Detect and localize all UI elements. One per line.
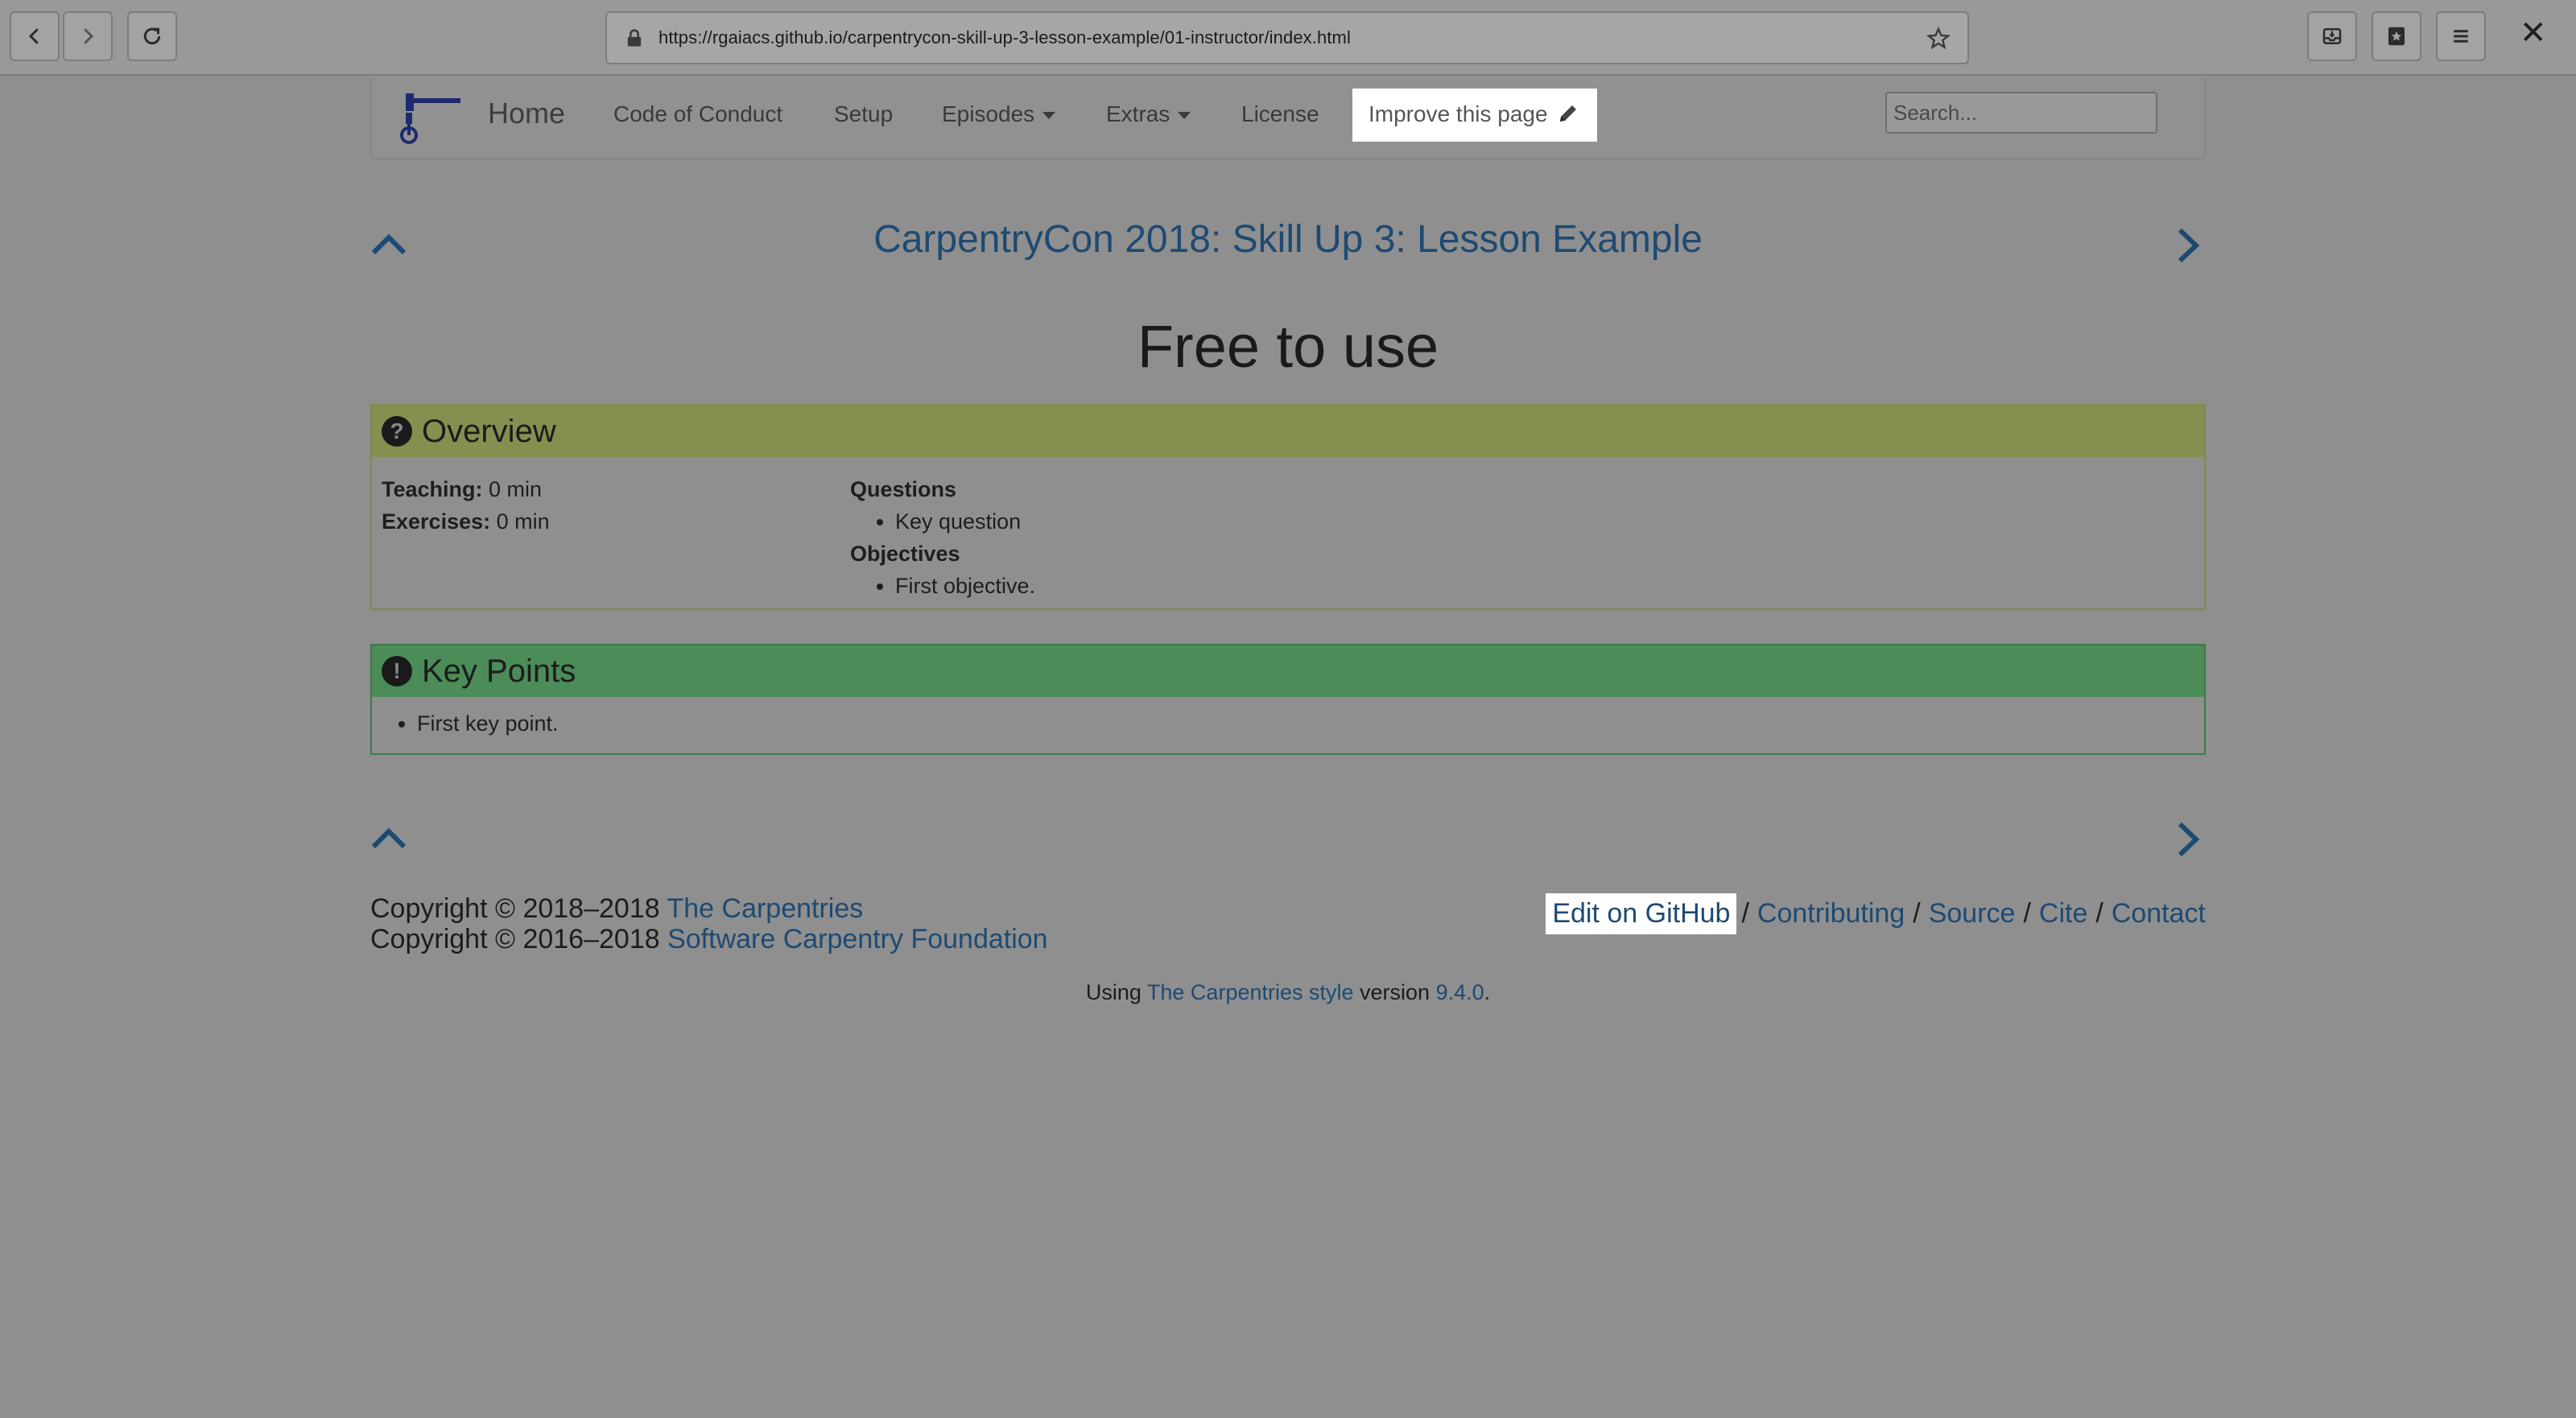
list-item: First key point. bbox=[417, 711, 2204, 736]
pencil-icon bbox=[1559, 105, 1576, 122]
star-icon[interactable] bbox=[1926, 26, 1951, 52]
footer-links: Edit on GitHub / Contributing / Source /… bbox=[1546, 893, 2206, 934]
overview-timing: Teaching: 0 min Exercises: 0 min bbox=[382, 473, 550, 538]
software-carpentry-link[interactable]: Software Carpentry Foundation bbox=[667, 924, 1047, 954]
overview-header: ? Overview bbox=[372, 406, 2204, 457]
improve-page-link[interactable]: Improve this page bbox=[1352, 89, 1597, 142]
exercises-value: 0 min bbox=[496, 509, 550, 534]
close-icon[interactable]: ✕ bbox=[2520, 14, 2547, 52]
questions-list: Key question bbox=[850, 505, 1035, 538]
nav-episodes-label: Episodes bbox=[942, 101, 1035, 126]
nav-episodes-dropdown[interactable]: Episodes bbox=[942, 101, 1056, 127]
overview-questions-objectives: Questions Key question Objectives First … bbox=[850, 473, 1035, 602]
forward-button[interactable] bbox=[63, 11, 113, 61]
downloads-button[interactable] bbox=[2307, 11, 2357, 61]
chevron-right-icon[interactable] bbox=[2169, 819, 2209, 859]
keypoints-title: Key Points bbox=[422, 653, 576, 689]
separator: / bbox=[1741, 898, 1749, 929]
style-version-note: Using The Carpentries style version 9.4.… bbox=[0, 980, 2576, 1005]
chevron-right-icon bbox=[84, 28, 94, 44]
cite-link[interactable]: Cite bbox=[2039, 898, 2087, 930]
using-prefix: Using bbox=[1085, 980, 1147, 1004]
separator: / bbox=[1913, 898, 1921, 929]
teaching-label: Teaching: bbox=[382, 477, 483, 501]
questions-label: Questions bbox=[850, 477, 957, 501]
edit-on-github-link[interactable]: Edit on GitHub bbox=[1546, 893, 1737, 934]
bookmarks-button[interactable] bbox=[2372, 11, 2421, 61]
contributing-link[interactable]: Contributing bbox=[1757, 898, 1905, 930]
teaching-value: 0 min bbox=[489, 477, 543, 501]
reload-icon bbox=[143, 27, 161, 45]
separator: / bbox=[2023, 898, 2031, 929]
question-circle-icon: ? bbox=[382, 416, 412, 447]
objectives-label: Objectives bbox=[850, 542, 960, 566]
list-item: Key question bbox=[895, 505, 1035, 538]
hamburger-icon bbox=[2454, 30, 2468, 43]
keypoints-list: First key point. bbox=[372, 711, 2204, 736]
back-button[interactable] bbox=[10, 11, 60, 61]
nav-code-of-conduct[interactable]: Code of Conduct bbox=[613, 101, 782, 127]
copyright-line-2: Copyright © 2016–2018 Software Carpentry… bbox=[370, 924, 1048, 954]
search-input[interactable] bbox=[1885, 92, 2157, 134]
copyright-line-1: Copyright © 2018–2018 The Carpentries bbox=[370, 893, 1048, 924]
chevron-left-icon bbox=[28, 28, 39, 44]
keypoints-panel: ! Key Points First key point. bbox=[370, 644, 2206, 755]
bookmark-star-icon bbox=[2388, 27, 2405, 46]
nav-license[interactable]: License bbox=[1241, 101, 1319, 127]
menu-button[interactable] bbox=[2436, 11, 2486, 61]
overview-panel: ? Overview Teaching: 0 min Exercises: 0 … bbox=[370, 404, 2206, 610]
nav-extras-dropdown[interactable]: Extras bbox=[1106, 101, 1191, 127]
improve-page-label: Improve this page bbox=[1368, 101, 1548, 126]
page-title: Free to use bbox=[1137, 313, 1439, 380]
contact-link[interactable]: Contact bbox=[2112, 898, 2206, 930]
carpentries-logo-icon[interactable] bbox=[394, 84, 467, 148]
version-link[interactable]: 9.4.0 bbox=[1436, 980, 1484, 1004]
reload-button[interactable] bbox=[127, 11, 177, 61]
list-item: First objective. bbox=[895, 570, 1035, 602]
nav-extras-label: Extras bbox=[1106, 101, 1170, 126]
nav-home-link[interactable]: Home bbox=[488, 97, 565, 130]
separator: / bbox=[2095, 898, 2103, 929]
overview-title: Overview bbox=[422, 413, 556, 449]
carpentries-link[interactable]: The Carpentries bbox=[667, 893, 863, 924]
keypoints-body: First key point. bbox=[372, 697, 2204, 736]
exercises-label: Exercises: bbox=[382, 509, 491, 534]
copyright-text: Copyright © 2016–2018 bbox=[370, 924, 668, 954]
browser-toolbar: https://rgaiacs.github.io/carpentrycon-s… bbox=[0, 0, 2576, 76]
chevron-up-icon[interactable] bbox=[369, 819, 409, 859]
using-suffix: . bbox=[1484, 980, 1491, 1004]
teaching-row: Teaching: 0 min bbox=[382, 473, 550, 505]
site-navbar: Home Code of Conduct Setup Episodes Extr… bbox=[370, 77, 2206, 159]
lock-icon bbox=[627, 29, 642, 47]
source-link[interactable]: Source bbox=[1929, 898, 2016, 930]
address-bar[interactable]: https://rgaiacs.github.io/carpentrycon-s… bbox=[605, 11, 1969, 64]
exercises-row: Exercises: 0 min bbox=[382, 505, 550, 538]
inbox-icon bbox=[2322, 28, 2342, 44]
caret-down-icon bbox=[1042, 112, 1056, 120]
footer-copyright: Copyright © 2018–2018 The Carpentries Co… bbox=[370, 893, 1048, 954]
chevron-right-icon[interactable] bbox=[2169, 225, 2209, 266]
copyright-text: Copyright © 2018–2018 bbox=[370, 893, 667, 924]
exclamation-circle-icon: ! bbox=[382, 656, 412, 686]
carpentries-style-link[interactable]: The Carpentries style bbox=[1147, 980, 1354, 1004]
caret-down-icon bbox=[1178, 112, 1191, 120]
nav-setup[interactable]: Setup bbox=[834, 101, 893, 127]
using-mid: version bbox=[1353, 980, 1436, 1004]
keypoints-header: ! Key Points bbox=[372, 645, 2204, 697]
objectives-list: First objective. bbox=[850, 570, 1035, 602]
url-text: https://rgaiacs.github.io/carpentrycon-s… bbox=[658, 27, 1351, 47]
